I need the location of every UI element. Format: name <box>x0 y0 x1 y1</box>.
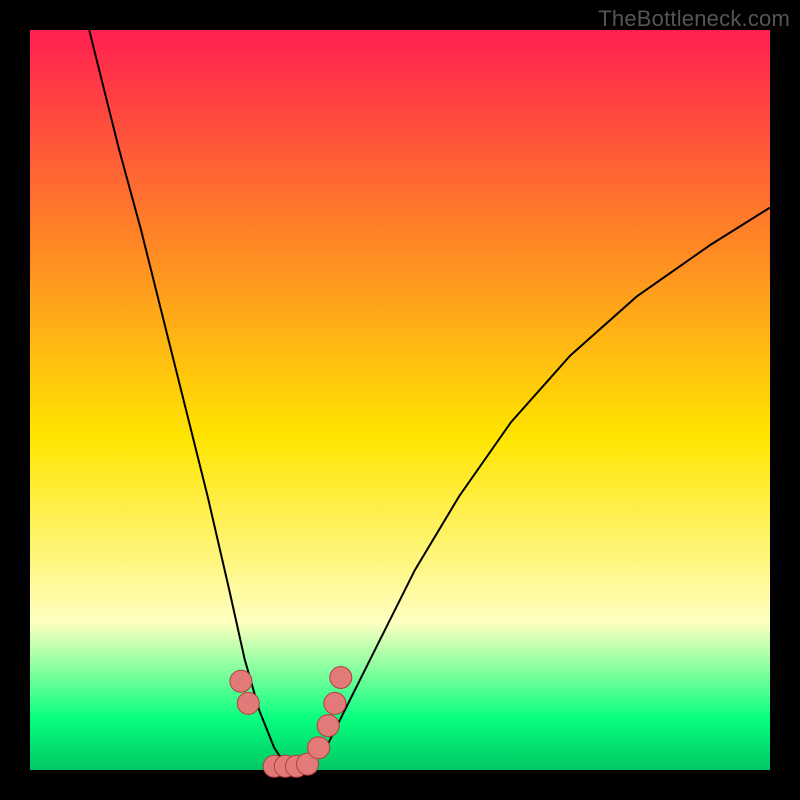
highlight-marker <box>324 692 346 714</box>
plot-background-gradient <box>30 30 770 770</box>
highlight-marker <box>237 692 259 714</box>
bottleneck-chart <box>0 0 800 800</box>
highlight-marker <box>317 715 339 737</box>
watermark-label: TheBottleneck.com <box>598 6 790 32</box>
highlight-marker <box>230 670 252 692</box>
chart-frame: TheBottleneck.com <box>0 0 800 800</box>
highlight-marker <box>330 667 352 689</box>
highlight-marker <box>308 737 330 759</box>
